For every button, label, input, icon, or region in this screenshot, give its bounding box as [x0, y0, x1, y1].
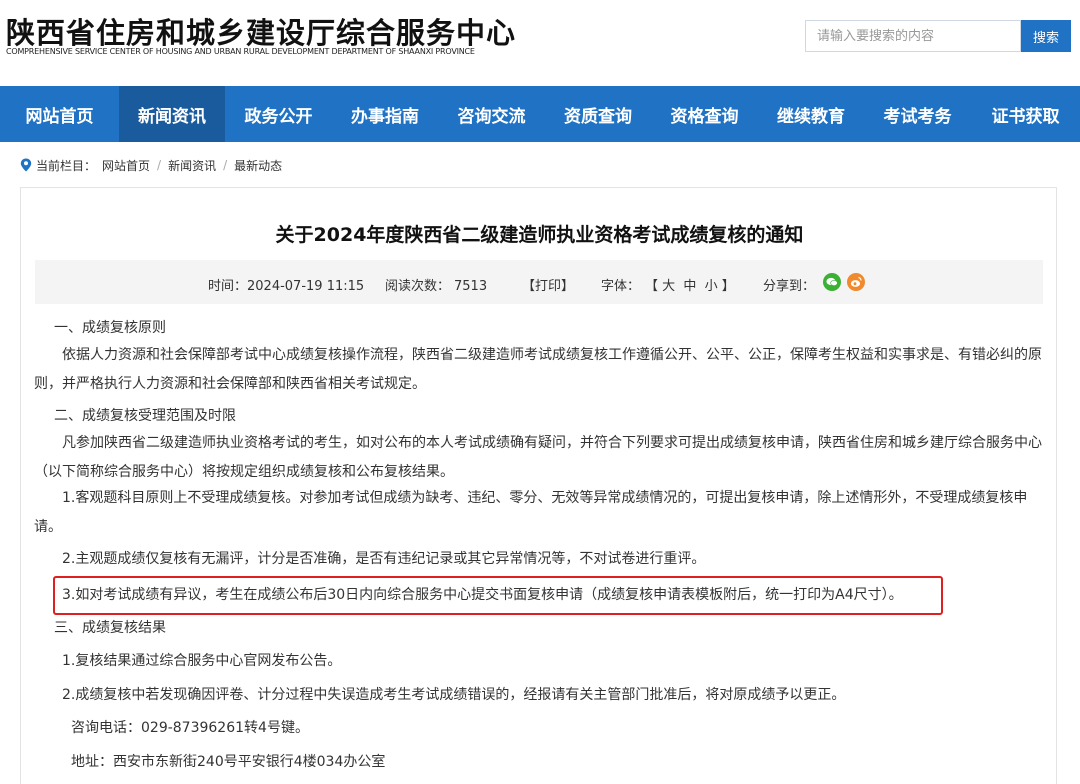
site-header: 陕西省住房和城乡建设厅综合服务中心 COMPREHENSIVE SERVICE …: [0, 0, 1080, 86]
list-item-scope-3: 3.如对考试成绩有异议，考生在成绩公布后30日内向综合服务中心提交书面复核申请（…: [62, 587, 903, 603]
list-item-results-1: 1.复核结果通过综合服务中心官网发布公告。: [62, 653, 342, 669]
paragraph-principles: 依据人力资源和社会保障部考试中心成绩复核操作流程，陕西省二级建造师考试成绩复核工…: [34, 347, 1042, 392]
meta-share-label: 分享到：: [763, 279, 816, 294]
site-subtitle: COMPREHENSIVE SERVICE CENTER OF HOUSING …: [6, 47, 475, 56]
breadcrumb-item-latest[interactable]: 最新动态: [234, 157, 282, 174]
breadcrumb-item-home[interactable]: 网站首页: [102, 157, 150, 174]
breadcrumb: 当前栏目： 网站首页 / 新闻资讯 / 最新动态: [20, 155, 282, 175]
meta-reads: 阅读次数： 7513: [385, 275, 487, 294]
breadcrumb-separator: /: [157, 158, 162, 172]
list-item-results-2: 2.成绩复核中若发现确因评卷、计分过程中失误造成考生考试成绩错误的，经报请有关主…: [62, 687, 846, 703]
meta-font-label: 字体：: [601, 279, 641, 294]
weibo-glyph-icon: [850, 276, 862, 287]
paragraph-scope: 凡参加陕西省二级建造师执业资格考试的考生，如对公布的本人考试成绩确有疑问，并符合…: [34, 435, 1042, 480]
nav-item-consult[interactable]: 咨询交流: [438, 86, 545, 142]
nav-item-education[interactable]: 继续教育: [758, 86, 864, 142]
nav-item-certificates[interactable]: 证书获取: [971, 86, 1080, 142]
article-title: 关于2024年度陕西省二级建造师执业资格考试成绩复核的通知: [275, 224, 804, 246]
contact-phone: 咨询电话：029-87396261转4号键。: [71, 720, 309, 736]
meta-time-value: 2024-07-19 11:15: [247, 279, 365, 294]
meta-reads-label: 阅读次数：: [385, 279, 451, 294]
main-nav: 网站首页 新闻资讯 政务公开 办事指南 咨询交流 资质查询 资格查询 继续教育 …: [0, 86, 1080, 142]
nav-item-gov-affairs[interactable]: 政务公开: [225, 86, 332, 142]
site-title[interactable]: 陕西省住房和城乡建设厅综合服务中心: [6, 10, 516, 52]
wechat-share-icon[interactable]: [823, 273, 841, 291]
search-button[interactable]: 搜索: [1021, 20, 1071, 52]
wechat-glyph-icon: [826, 277, 838, 287]
section-heading-results: 三、成绩复核结果: [54, 620, 166, 636]
nav-item-qualification-query[interactable]: 资质查询: [545, 86, 651, 142]
meta-time-label: 时间：: [208, 279, 248, 294]
nav-item-news[interactable]: 新闻资讯: [119, 86, 225, 142]
font-size-switcher[interactable]: 【 大 中 小 】: [645, 275, 735, 294]
weibo-share-icon[interactable]: [847, 273, 865, 291]
section-heading-scope: 二、成绩复核受理范围及时限: [54, 408, 236, 424]
contact-address: 地址：西安市东新街240号平安银行4楼034办公室: [71, 754, 386, 770]
section-heading-principles: 一、成绩复核原则: [54, 320, 166, 336]
breadcrumb-separator: /: [223, 158, 228, 172]
search-input[interactable]: [805, 20, 1021, 52]
nav-item-home[interactable]: 网站首页: [0, 86, 119, 142]
nav-item-exams[interactable]: 考试考务: [864, 86, 971, 142]
nav-item-certification-query[interactable]: 资格查询: [651, 86, 758, 142]
meta-time: 时间：2024-07-19 11:15: [208, 275, 364, 294]
list-item-scope-2: 2.主观题成绩仅复核有无漏评，计分是否准确，是否有违纪记录或其它异常情况等，不对…: [62, 551, 706, 567]
breadcrumb-prefix: 当前栏目：: [36, 158, 97, 173]
breadcrumb-item-news[interactable]: 新闻资讯: [168, 157, 216, 174]
meta-reads-value: 7513: [454, 279, 488, 294]
print-button[interactable]: 【打印】: [522, 275, 574, 294]
location-pin-icon: [20, 158, 32, 172]
article-meta-bar: 时间：2024-07-19 11:15 阅读次数： 7513 【打印】 字体： 【…: [35, 260, 1043, 304]
nav-item-guide[interactable]: 办事指南: [332, 86, 438, 142]
list-item-scope-1: 1.客观题科目原则上不受理成绩复核。对参加考试但成绩为缺考、违纪、零分、无效等异…: [34, 490, 1028, 535]
